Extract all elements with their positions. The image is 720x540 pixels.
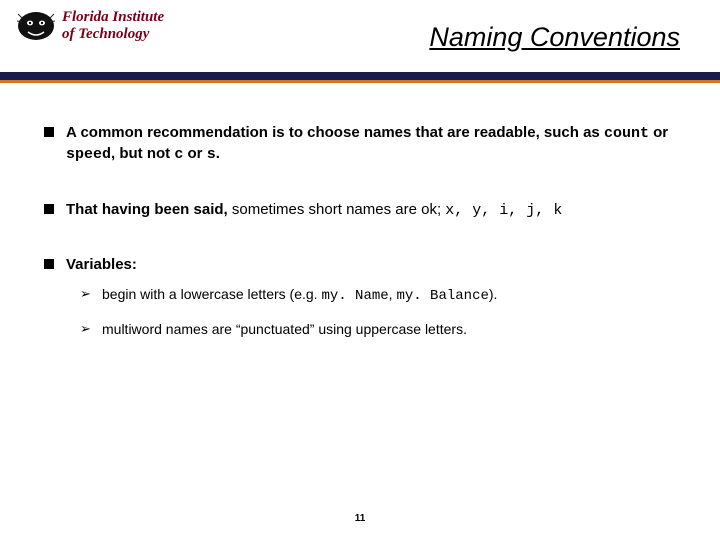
arrow-bullet-icon: ➢ bbox=[80, 286, 94, 302]
slide-header: Florida Institute of Technology Naming C… bbox=[0, 0, 720, 72]
bullet-text: Variables: bbox=[66, 255, 137, 275]
square-bullet-icon bbox=[44, 127, 54, 137]
slide-body: A common recommendation is to choose nam… bbox=[44, 105, 680, 339]
square-bullet-icon bbox=[44, 259, 54, 269]
sub-bullet-item: ➢ multiword names are “punctuated” using… bbox=[80, 320, 680, 339]
bullet-item: A common recommendation is to choose nam… bbox=[44, 123, 680, 166]
header-rule-accent bbox=[0, 80, 720, 83]
logo-text: Florida Institute of Technology bbox=[62, 10, 164, 42]
bullet-text: That having been said, sometimes short n… bbox=[66, 200, 562, 221]
header-rule-dark bbox=[0, 72, 720, 80]
bullet-item: That having been said, sometimes short n… bbox=[44, 200, 680, 221]
logo-line-1: Florida Institute bbox=[62, 10, 164, 25]
arrow-bullet-icon: ➢ bbox=[80, 321, 94, 337]
page-number: 11 bbox=[0, 513, 720, 524]
square-bullet-icon bbox=[44, 204, 54, 214]
sub-bullet-text: begin with a lowercase letters (e.g. my.… bbox=[102, 285, 497, 306]
slide-title: Naming Conventions bbox=[429, 22, 680, 53]
sub-bullet-text: multiword names are “punctuated” using u… bbox=[102, 320, 467, 339]
panther-icon bbox=[16, 6, 56, 46]
bullet-text: A common recommendation is to choose nam… bbox=[66, 123, 680, 166]
bullet-item: Variables: bbox=[44, 255, 680, 275]
institution-logo: Florida Institute of Technology bbox=[16, 6, 164, 46]
sub-bullet-item: ➢ begin with a lowercase letters (e.g. m… bbox=[80, 285, 680, 306]
logo-line-2: of Technology bbox=[62, 27, 164, 42]
